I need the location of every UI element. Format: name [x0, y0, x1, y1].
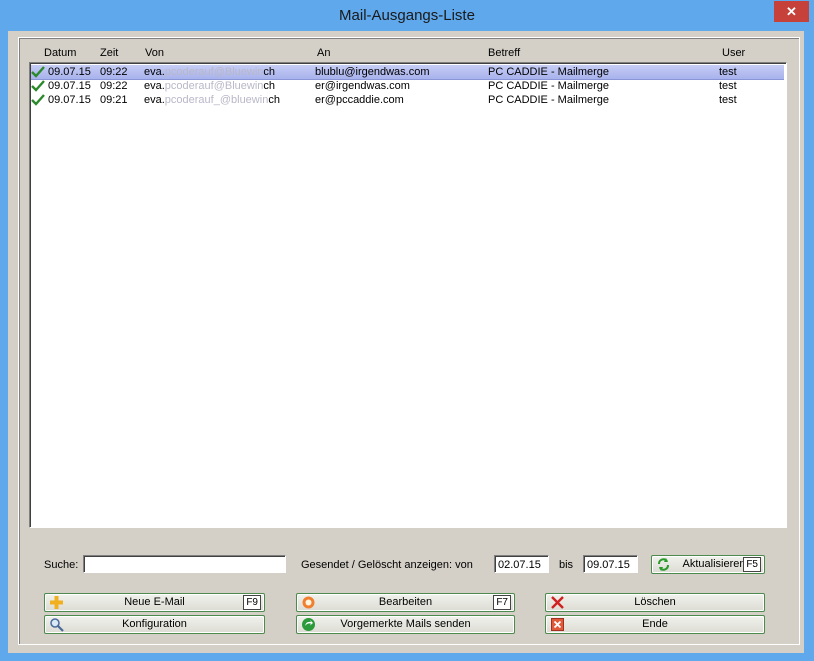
search-input[interactable] — [83, 555, 286, 573]
cell-betreff: PC CADDIE - Mailmerge — [488, 94, 610, 106]
delete-label: Löschen — [634, 596, 676, 608]
cell-an: er@irgendwas.com — [315, 80, 410, 92]
cell-zeit: 09:22 — [100, 80, 128, 92]
window-title: Mail-Ausgangs-Liste — [339, 7, 475, 24]
column-header-user[interactable]: User — [722, 47, 745, 59]
new-mail-shortcut: F9 — [243, 595, 261, 610]
edit-button[interactable]: Bearbeiten F7 — [296, 593, 515, 612]
new-mail-label: Neue E-Mail — [124, 596, 185, 608]
send-arrow-icon — [302, 618, 315, 631]
delete-x-icon — [551, 596, 564, 609]
search-label: Suche: — [44, 559, 79, 571]
mail-row[interactable]: 09.07.15 09:21 eva.pcoderauf_@bluewinch … — [31, 93, 784, 107]
send-queued-label: Vorgemerkte Mails senden — [340, 618, 471, 630]
cell-user: test — [719, 66, 737, 78]
close-box-icon — [551, 618, 564, 631]
end-label: Ende — [642, 618, 668, 630]
cell-user: test — [719, 94, 737, 106]
cell-betreff: PC CADDIE - Mailmerge — [488, 80, 610, 92]
column-header-von[interactable]: Von — [145, 47, 164, 59]
column-header-betreff[interactable]: Betreff — [488, 47, 520, 59]
cell-von: eva.pcoderauf@Bluewinch — [144, 80, 276, 92]
cell-betreff: PC CADDIE - Mailmerge — [488, 66, 610, 78]
cell-datum: 09.07.15 — [48, 80, 91, 92]
date-from-input[interactable]: 02.07.15 — [494, 555, 549, 573]
sent-deleted-label: Gesendet / Gelöscht anzeigen: von — [301, 559, 473, 571]
edit-label: Bearbeiten — [378, 596, 433, 608]
magnifier-settings-icon — [50, 618, 64, 632]
mail-row[interactable]: 09.07.15 09:22 eva.pcoderauf@Bluewinch e… — [31, 79, 784, 93]
end-button[interactable]: Ende — [545, 615, 765, 634]
cell-user: test — [719, 80, 737, 92]
edit-icon — [302, 596, 315, 609]
column-header-an[interactable]: An — [317, 47, 330, 59]
cell-an: blublu@irgendwas.com — [315, 66, 430, 78]
date-to-input[interactable]: 09.07.15 — [583, 555, 638, 573]
refresh-button[interactable]: Aktualisieren F5 — [651, 555, 765, 574]
column-header-datum[interactable]: Datum — [44, 47, 76, 59]
cell-zeit: 09:21 — [100, 94, 128, 106]
edit-shortcut: F7 — [493, 595, 511, 610]
plus-icon — [50, 596, 63, 609]
cell-datum: 09.07.15 — [48, 66, 91, 78]
close-button[interactable]: ✕ — [774, 1, 809, 22]
refresh-label: Aktualisieren — [682, 558, 746, 570]
delete-button[interactable]: Löschen — [545, 593, 765, 612]
cell-zeit: 09:22 — [100, 66, 128, 78]
cell-von: eva.pcoderauf@Bluewinch — [144, 66, 276, 78]
checkmark-icon — [31, 94, 45, 106]
configuration-label: Konfiguration — [122, 618, 187, 630]
column-header-zeit[interactable]: Zeit — [100, 47, 118, 59]
cell-datum: 09.07.15 — [48, 94, 91, 106]
refresh-shortcut: F5 — [743, 557, 761, 572]
checkmark-icon — [31, 80, 45, 92]
cell-an: er@pccaddie.com — [315, 94, 404, 106]
cell-von: eva.pcoderauf_@bluewinch — [144, 94, 280, 106]
checkmark-icon — [31, 66, 45, 78]
new-mail-button[interactable]: Neue E-Mail F9 — [44, 593, 265, 612]
send-queued-button[interactable]: Vorgemerkte Mails senden — [296, 615, 515, 634]
configuration-button[interactable]: Konfiguration — [44, 615, 265, 634]
date-to-label: bis — [559, 559, 574, 571]
mail-row[interactable]: 09.07.15 09:22 eva.pcoderauf@Bluewinch b… — [31, 65, 784, 80]
refresh-icon — [658, 558, 669, 571]
mail-list[interactable] — [29, 62, 787, 528]
